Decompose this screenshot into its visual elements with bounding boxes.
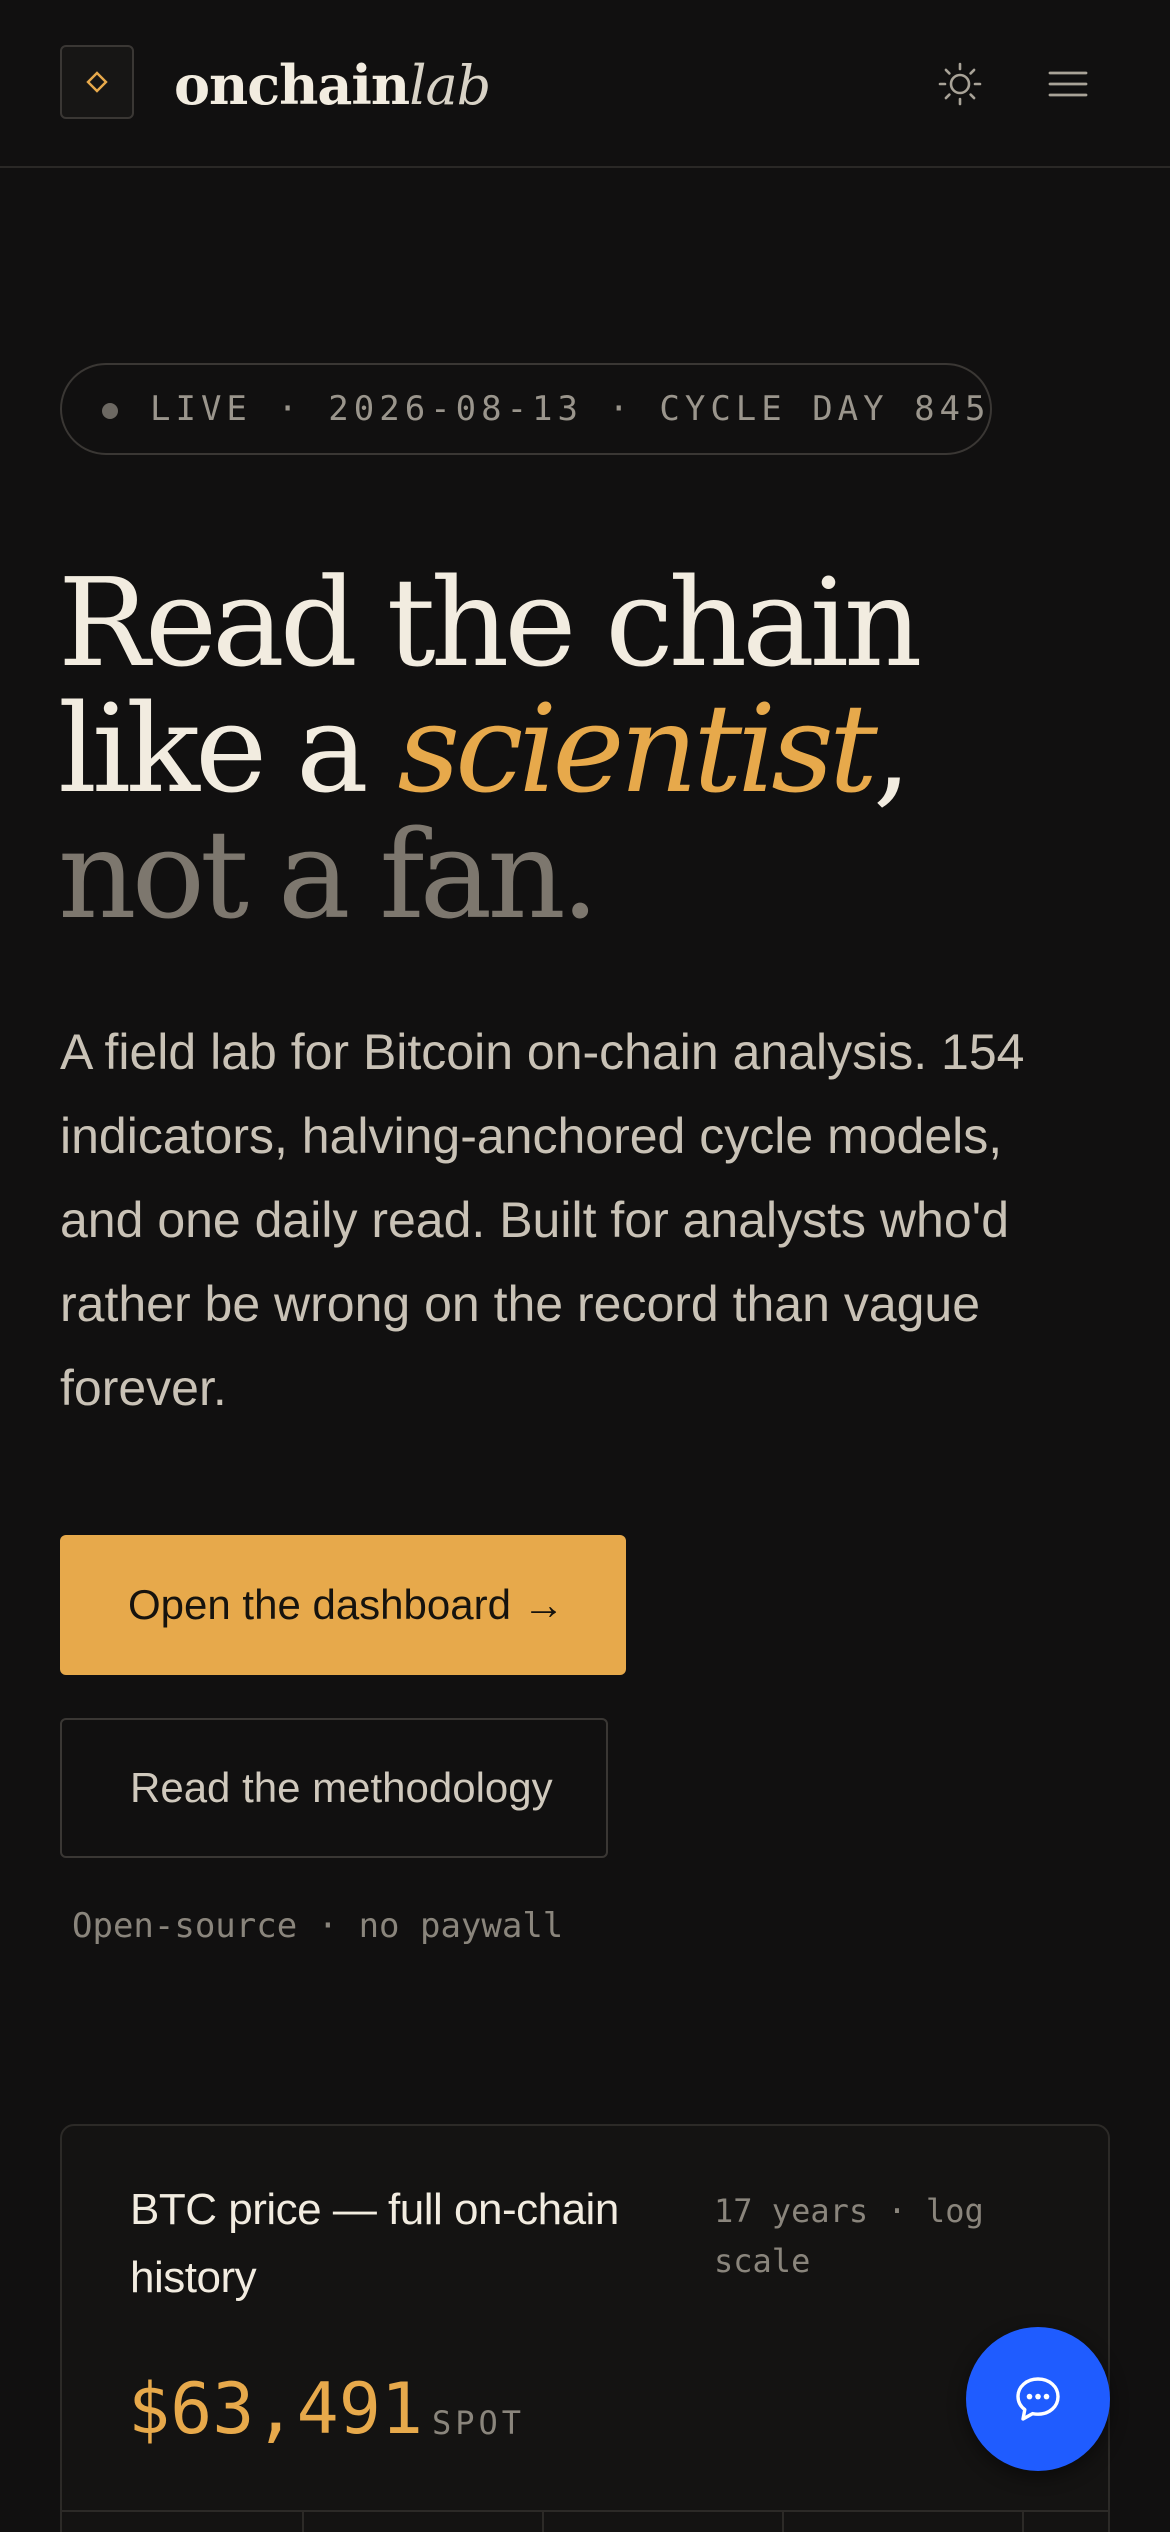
headline-line-3: not a fan.	[58, 804, 600, 946]
live-status-pill: LIVE · 2026-08-13 · CYCLE DAY 845	[60, 363, 992, 455]
headline-line-2-prefix: like a	[58, 678, 398, 820]
card-divider	[62, 2510, 1108, 2512]
brand-name-italic: lab	[409, 54, 491, 117]
card-meta: 17 years · log scale	[714, 2192, 984, 2280]
headline-line-2-suffix: ,	[872, 678, 912, 820]
btc-price-card: BTC price — full on-chain history 17 yea…	[60, 2124, 1110, 2532]
card-column-divider	[542, 2512, 544, 2532]
diamond-icon	[86, 71, 108, 93]
card-column-divider	[302, 2512, 304, 2532]
open-dashboard-button[interactable]: Open the dashboard →	[60, 1535, 626, 1675]
headline-line-1: Read the chain	[58, 552, 922, 694]
btc-spot-price: $63,491	[128, 2368, 424, 2450]
headline-accent-word: scientist	[397, 678, 877, 820]
live-indicator-dot	[102, 403, 118, 419]
site-header: onchainlab	[0, 0, 1170, 168]
spot-label: SPOT	[432, 2404, 526, 2442]
landing-page: onchainlab LIVE · 2026-08-13 · CYCLE DAY…	[0, 0, 1170, 2532]
hero-description: A field lab for Bitcoin on-chain analysi…	[60, 1024, 1025, 1416]
live-status-text: LIVE · 2026-08-13 · CYCLE DAY 845	[150, 389, 991, 429]
hamburger-menu-icon	[1048, 71, 1088, 97]
read-methodology-button[interactable]: Read the methodology	[60, 1718, 608, 1858]
logo-mark[interactable]	[60, 45, 134, 119]
brand-name: onchain	[174, 53, 410, 117]
chat-button[interactable]	[966, 2327, 1110, 2471]
card-title: BTC price — full on-chain history	[130, 2185, 619, 2302]
brand-wordmark[interactable]: onchainlab	[174, 50, 491, 120]
menu-button[interactable]	[1042, 58, 1094, 110]
card-column-divider	[1022, 2512, 1024, 2532]
theme-toggle-button[interactable]	[934, 58, 986, 110]
hero-headline: Read the chain like a scientist, not a f…	[58, 560, 1118, 938]
sun-icon	[938, 62, 982, 106]
open-source-note: Open-source · no paywall	[72, 1906, 564, 1946]
headline-line-2: like a scientist,	[58, 686, 1118, 812]
card-column-divider	[782, 2512, 784, 2532]
chat-bubble-icon	[1016, 2377, 1060, 2421]
